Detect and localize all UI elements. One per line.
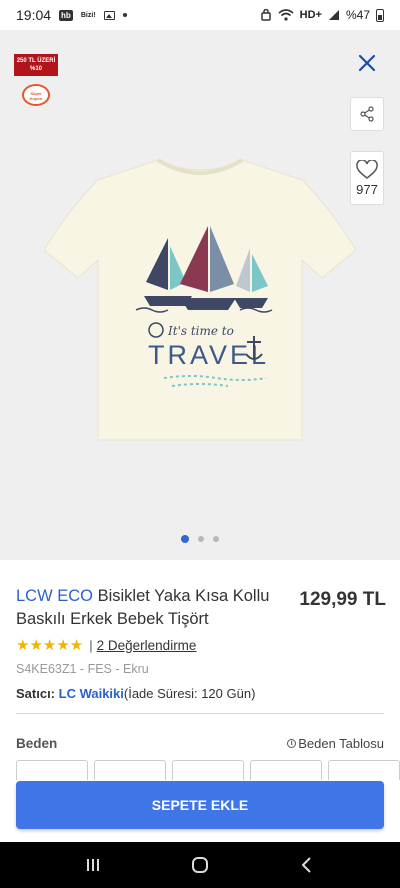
back-icon <box>301 857 311 873</box>
status-time: 19:04 <box>16 7 52 23</box>
pagination-dot[interactable] <box>198 536 204 542</box>
rating-stars: ★★★★★ <box>16 637 84 654</box>
size-option[interactable] <box>250 760 322 780</box>
print-main-text: TRAVEL <box>148 340 269 370</box>
battery-percent: %47 <box>345 8 370 22</box>
close-icon <box>358 54 376 72</box>
system-nav-bar <box>0 842 400 888</box>
return-period: (İade Süresi: 120 Gün) <box>123 686 256 701</box>
status-bar: 19:04 hb Bizi! HD+ %47 <box>0 0 400 30</box>
alarm-icon <box>260 9 271 21</box>
rating-separator: | <box>89 637 93 653</box>
bize-notification-icon: Bizi! <box>80 11 96 19</box>
home-icon <box>191 857 208 873</box>
home-button[interactable] <box>180 850 220 880</box>
recent-apps-icon <box>87 859 100 871</box>
pagination-dot-active[interactable] <box>181 535 189 543</box>
gallery-notification-icon <box>103 10 115 20</box>
hb-notification-icon: hb <box>59 9 73 21</box>
pagination-dot[interactable] <box>213 536 219 542</box>
brand-name[interactable]: LCW ECO <box>16 587 93 605</box>
size-option[interactable] <box>328 760 400 780</box>
share-button[interactable] <box>350 97 384 131</box>
signal-icon <box>328 10 339 20</box>
network-type: HD+ <box>299 9 322 21</box>
more-notifications-icon <box>122 13 127 17</box>
size-label: Beden <box>16 736 58 751</box>
battery-icon <box>376 8 384 22</box>
divider <box>16 713 384 714</box>
wifi-icon <box>278 9 294 21</box>
back-button[interactable] <box>287 850 327 880</box>
size-options <box>16 760 400 780</box>
promo-badge: 250 TL ÜZERİ %10 <box>14 54 58 76</box>
recent-apps-button[interactable] <box>73 850 113 880</box>
seller-info: Satıcı: LC Waikiki(İade Süresi: 120 Gün) <box>16 686 255 701</box>
close-button[interactable] <box>358 54 376 72</box>
image-pagination <box>0 535 400 543</box>
coupon-badge: Süper Kupon <box>22 84 50 106</box>
add-to-cart-button[interactable]: SEPETE EKLE <box>16 781 384 829</box>
share-icon <box>360 106 374 122</box>
tshirt-image: It's time to TRAVEL <box>43 158 357 441</box>
size-table-link[interactable]: i Beden Tablosu <box>287 736 384 751</box>
product-sku: S4KE63Z1 - FES - Ekru <box>16 662 149 676</box>
size-option[interactable] <box>94 760 166 780</box>
size-table-label: Beden Tablosu <box>298 736 384 751</box>
size-option[interactable] <box>16 760 88 780</box>
reviews-link[interactable]: 2 Değerlendirme <box>97 638 197 653</box>
product-price: 129,99 TL <box>299 589 386 610</box>
product-title: LCW ECO Bisiklet Yaka Kısa Kollu Baskılı… <box>16 585 278 631</box>
seller-label: Satıcı: <box>16 686 59 701</box>
info-icon: i <box>287 739 297 748</box>
print-script-text: It's time to <box>167 324 234 338</box>
seller-link[interactable]: LC Waikiki <box>59 686 124 701</box>
size-option[interactable] <box>172 760 244 780</box>
product-image-gallery[interactable]: 250 TL ÜZERİ %10 Süper Kupon 977 It's ti… <box>0 30 400 560</box>
rating-row: ★★★★★ | 2 Değerlendirme <box>16 636 196 654</box>
